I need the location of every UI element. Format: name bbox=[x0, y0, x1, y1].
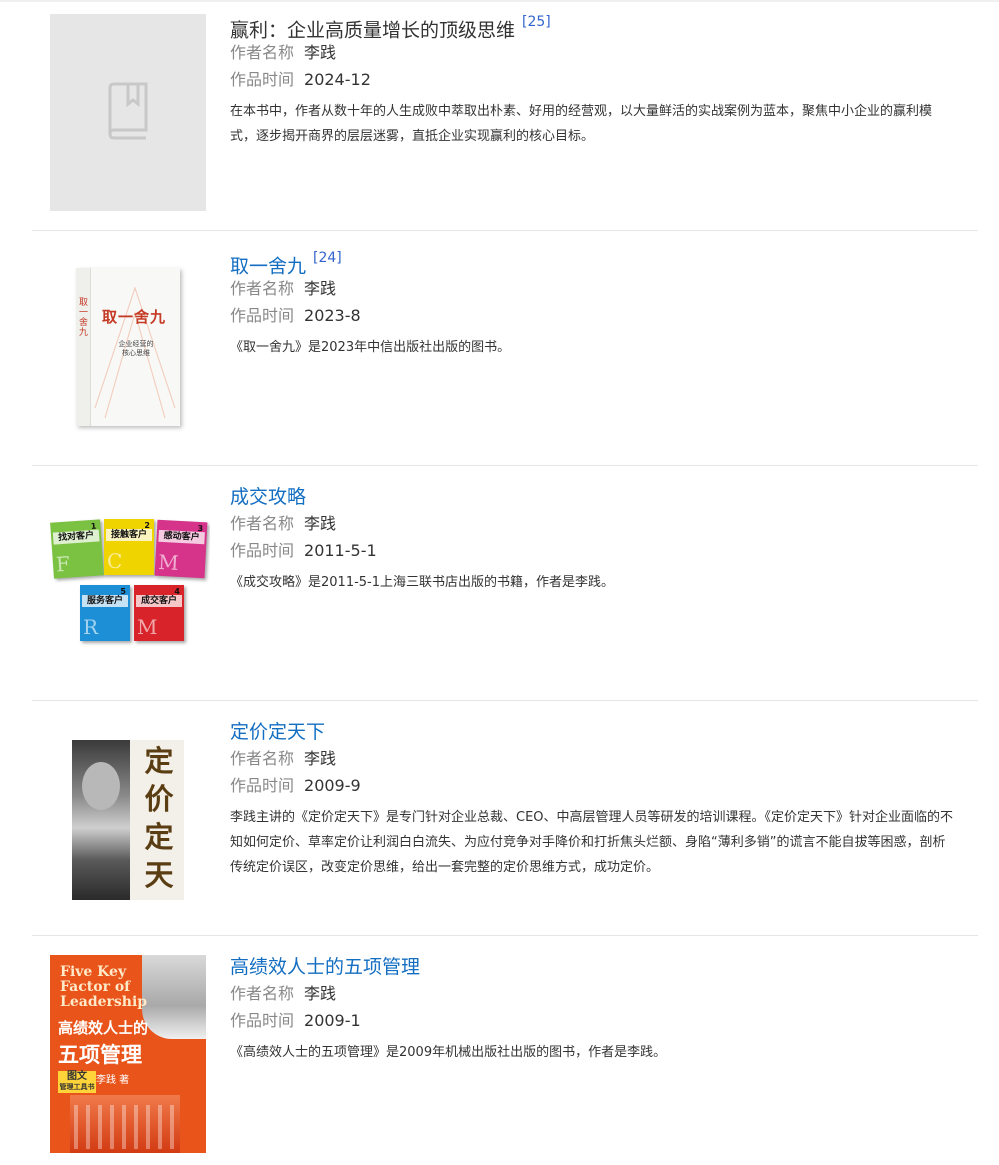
time-row: 作品时间 2023-8 bbox=[230, 302, 955, 329]
book-info: 高绩效人士的五项管理 作者名称 李践 作品时间 2009-1 《高绩效人士的五项管理… bbox=[230, 954, 955, 1065]
time-label: 作品时间 bbox=[230, 776, 295, 795]
cover-volume: 3 感动客户 M bbox=[154, 519, 208, 579]
book-cover[interactable]: Five Key Factor of Leadership 高绩效人士的 五项管… bbox=[50, 955, 206, 1153]
book-description: 《取一舍九》是2023年中信出版社出版的图书。 bbox=[230, 340, 511, 355]
book-description: 李践主讲的《定价定天下》是专门针对企业总裁、CEO、中高层管理人员等研发的培训课… bbox=[230, 810, 954, 875]
time-row: 作品时间 2009-1 bbox=[230, 1007, 955, 1034]
time-value: 2023-8 bbox=[304, 306, 361, 325]
book-info: 成交攻略 作者名称 李践 作品时间 2011-5-1 《成交攻略》是2011-5-1… bbox=[230, 484, 955, 595]
book-title-link[interactable]: 高绩效人士的五项管理 bbox=[230, 956, 420, 978]
time-row: 作品时间 2009-9 bbox=[230, 772, 955, 799]
cover-volume: 4 成交客户 M bbox=[134, 585, 184, 641]
reference-link[interactable]: [24] bbox=[313, 250, 342, 266]
book-icon bbox=[104, 82, 152, 144]
time-label: 作品时间 bbox=[230, 1011, 295, 1030]
cover-volume: 2 接触客户 C bbox=[104, 519, 154, 575]
book-cover[interactable]: 定价定天下 bbox=[50, 740, 206, 900]
reference-link[interactable]: [25] bbox=[522, 14, 551, 30]
time-value: 2024-12 bbox=[304, 70, 371, 89]
author-value: 李践 bbox=[304, 514, 337, 533]
cover-author: 李践 著 bbox=[96, 1075, 130, 1086]
top-border bbox=[0, 0, 999, 2]
cover-tag: 图文 管理工具书 bbox=[58, 1071, 96, 1093]
author-value: 李践 bbox=[304, 43, 337, 62]
cover-volume: 1 找对客户 F bbox=[50, 519, 104, 579]
divider bbox=[32, 935, 978, 936]
author-row: 作者名称 李践 bbox=[230, 39, 955, 66]
time-row: 作品时间 2011-5-1 bbox=[230, 537, 955, 564]
book-description: 《高绩效人士的五项管理》是2009年机械出版社出版的图书，作者是李践。 bbox=[230, 1045, 667, 1060]
book-description: 在本书中，作者从数十年的人生成败中萃取出朴素、好用的经营观，以大量鲜活的实战案例… bbox=[230, 104, 933, 144]
author-row: 作者名称 李践 bbox=[230, 980, 955, 1007]
author-label: 作者名称 bbox=[230, 984, 295, 1003]
book-info: 取一舍九 [24] 作者名称 李践 作品时间 2023-8 《取一舍九》是2023年中… bbox=[230, 249, 955, 360]
time-value: 2009-9 bbox=[304, 776, 361, 795]
book-info: 赢利：企业高质量增长的顶级思维 [25] 作者名称 李践 作品时间 2024-12 在… bbox=[230, 13, 955, 149]
cover-english-title: Five Key Factor of Leadership bbox=[60, 964, 148, 1010]
author-value: 李践 bbox=[304, 749, 337, 768]
author-row: 作者名称 李践 bbox=[230, 745, 955, 772]
divider bbox=[32, 230, 978, 231]
book-description: 《成交攻略》是2011-5-1上海三联书店出版的书籍，作者是李践。 bbox=[230, 575, 615, 590]
cover-title-line1: 高绩效人士的 bbox=[58, 1019, 149, 1037]
book-info: 定价定天下 作者名称 李践 作品时间 2009-9 李践主讲的《定价定天下》是专门针… bbox=[230, 719, 955, 880]
author-value: 李践 bbox=[304, 279, 337, 298]
time-value: 2011-5-1 bbox=[304, 541, 377, 560]
book-title-link[interactable]: 成交攻略 bbox=[230, 486, 306, 508]
cover-spine-title: 取一舍九 bbox=[79, 298, 89, 338]
author-row: 作者名称 李践 bbox=[230, 510, 955, 537]
time-label: 作品时间 bbox=[230, 306, 295, 325]
author-label: 作者名称 bbox=[230, 514, 295, 533]
author-label: 作者名称 bbox=[230, 43, 295, 62]
time-label: 作品时间 bbox=[230, 541, 295, 560]
time-row: 作品时间 2024-12 bbox=[230, 66, 955, 93]
cover-subtitle: 企业经营的核心思维 bbox=[118, 340, 154, 357]
time-value: 2009-1 bbox=[304, 1011, 361, 1030]
author-row: 作者名称 李践 bbox=[230, 275, 955, 302]
divider bbox=[32, 700, 978, 701]
cover-title: 取一舍九 bbox=[102, 308, 167, 326]
book-cover[interactable]: 取一舍九 取一舍九 企业经营的核心思维 bbox=[50, 260, 206, 435]
cover-volume: 5 服务客户 R bbox=[80, 585, 130, 641]
divider bbox=[32, 465, 978, 466]
book-cover[interactable]: 1 找对客户 F 2 接触客户 C 3 感动客户 M 5 服务客户 R 4 成交客户 M bbox=[50, 515, 210, 650]
book-cover-placeholder[interactable] bbox=[50, 14, 206, 211]
time-label: 作品时间 bbox=[230, 70, 295, 89]
author-label: 作者名称 bbox=[230, 749, 295, 768]
book-title-link[interactable]: 定价定天下 bbox=[230, 721, 325, 743]
author-label: 作者名称 bbox=[230, 279, 295, 298]
author-value: 李践 bbox=[304, 984, 337, 1003]
cover-title: 定价定天下 bbox=[144, 744, 174, 900]
cover-title-line2: 五项管理 bbox=[58, 1043, 142, 1067]
